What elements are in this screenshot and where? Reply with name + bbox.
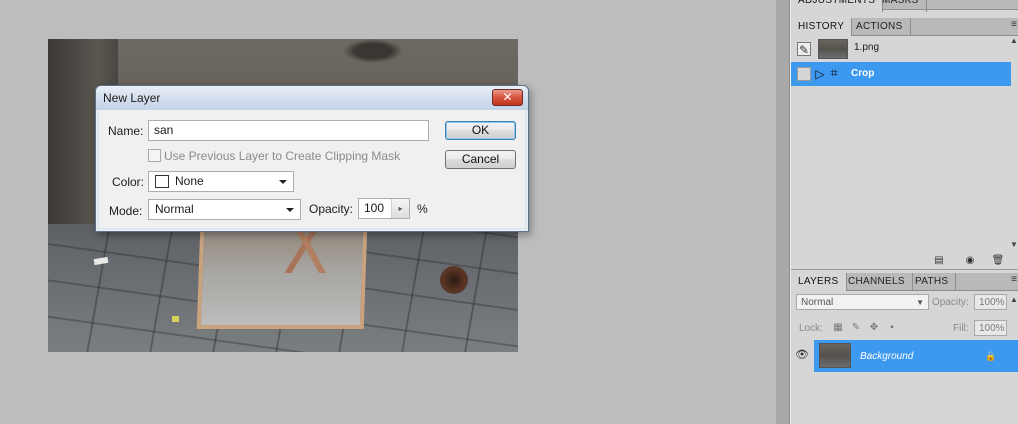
opacity-stepper-icon[interactable]: ▸ xyxy=(391,199,409,218)
panel-menu-icon[interactable]: ≡ xyxy=(1011,19,1017,30)
opacity-label: Opacity: xyxy=(309,202,354,216)
layers-tabbar: LAYERS CHANNELS PATHS ≡ xyxy=(791,273,1018,291)
adjustments-tabbar: ADJUSTMENTS MASKS ≡ xyxy=(791,0,1018,12)
cancel-button[interactable]: Cancel xyxy=(445,150,516,169)
layer-opacity-label: Opacity: xyxy=(932,297,969,308)
history-tabbar: HISTORY ACTIONS ≡ xyxy=(791,18,1018,36)
tab-history[interactable]: HISTORY xyxy=(791,18,853,36)
panel-menu-icon[interactable]: ≡ xyxy=(1011,274,1017,285)
canvas-area[interactable]: New Layer ✕ Name: san Use Previous Layer… xyxy=(0,0,776,424)
blend-mode-dropdown[interactable]: Normal ▼ xyxy=(796,294,929,310)
lock-label: Lock: xyxy=(799,323,823,334)
history-item-label: Crop xyxy=(851,68,875,79)
layer-thumbnail xyxy=(819,343,851,368)
lock-paint-icon[interactable]: ✎ xyxy=(849,321,863,335)
history-brush-icon: ✎ xyxy=(797,42,811,57)
panel-divider xyxy=(791,269,1018,270)
scroll-down-icon[interactable]: ▼ xyxy=(1010,240,1018,250)
tab-channels[interactable]: CHANNELS xyxy=(841,273,913,291)
camera-icon[interactable]: ◉ xyxy=(963,254,977,268)
tab-layers[interactable]: LAYERS xyxy=(791,273,847,291)
lock-icon: 🔒 xyxy=(985,351,997,361)
chevron-down-icon: ▼ xyxy=(916,298,924,307)
color-label: Color: xyxy=(112,175,145,189)
lock-move-icon[interactable]: ✥ xyxy=(867,321,881,335)
new-document-icon[interactable]: ▤ xyxy=(932,254,946,268)
clipping-mask-label: Use Previous Layer to Create Clipping Ma… xyxy=(164,149,401,163)
panel-menu-icon[interactable]: ≡ xyxy=(1011,0,1017,3)
tab-masks[interactable]: MASKS xyxy=(875,0,927,12)
mode-label: Mode: xyxy=(109,204,143,218)
dialog-titlebar[interactable]: New Layer xyxy=(96,86,528,110)
history-snapshot-row[interactable]: ✎ 1.png xyxy=(791,37,1011,61)
snapshot-thumbnail xyxy=(818,39,848,59)
layer-opacity-input[interactable]: 100% xyxy=(974,294,1007,310)
panel-dock: ADJUSTMENTS MASKS ≡ HISTORY ACTIONS ≡ ✎ … xyxy=(790,0,1018,424)
history-state-arrow-icon: ▷ xyxy=(815,67,825,81)
history-item-crop[interactable]: ▷ ⌗ Crop xyxy=(791,62,1011,86)
chevron-down-icon xyxy=(279,180,287,184)
color-dropdown[interactable]: None xyxy=(148,171,294,192)
dialog-title: New Layer xyxy=(103,91,161,105)
image-hole xyxy=(440,266,468,294)
eye-icon[interactable]: 👁 xyxy=(795,348,809,362)
trash-icon[interactable]: 🗑 xyxy=(991,254,1005,268)
chevron-down-icon xyxy=(286,208,294,212)
name-label: Name: xyxy=(108,124,144,138)
lock-all-icon[interactable]: ▪ xyxy=(885,321,899,335)
new-layer-dialog: New Layer ✕ Name: san Use Previous Layer… xyxy=(95,85,529,232)
clipping-mask-checkbox[interactable] xyxy=(148,149,161,162)
tab-actions[interactable]: ACTIONS xyxy=(849,18,911,36)
layer-row-background[interactable]: 👁 Background 🔒 xyxy=(791,340,1018,372)
crop-icon: ⌗ xyxy=(830,65,838,80)
dialog-body: Name: san Use Previous Layer to Create C… xyxy=(99,110,525,228)
tab-paths[interactable]: PATHS xyxy=(908,273,957,291)
blend-mode-value: Normal xyxy=(801,297,834,308)
close-icon: ✕ xyxy=(502,90,513,104)
image-paper-scrap xyxy=(172,316,179,322)
color-value: None xyxy=(175,174,204,188)
mode-value: Normal xyxy=(155,202,194,216)
scroll-up-icon[interactable]: ▲ xyxy=(1010,295,1018,305)
panel-dock-gutter xyxy=(776,0,790,424)
ok-button[interactable]: OK xyxy=(445,121,516,140)
close-button[interactable]: ✕ xyxy=(492,89,523,106)
opacity-value: 100 xyxy=(364,201,385,215)
scroll-up-icon[interactable]: ▲ xyxy=(1010,36,1018,46)
fill-input[interactable]: 100% xyxy=(974,320,1007,336)
opacity-input[interactable]: 100 ▸ xyxy=(358,198,410,219)
layer-name: Background xyxy=(860,351,914,362)
name-input[interactable]: san xyxy=(148,120,429,141)
mode-dropdown[interactable]: Normal xyxy=(148,199,301,220)
fill-label: Fill: xyxy=(953,323,969,334)
history-source-checkbox[interactable] xyxy=(797,67,811,81)
opacity-unit: % xyxy=(417,202,428,216)
history-item-label: 1.png xyxy=(854,42,880,53)
tab-adjustments[interactable]: ADJUSTMENTS xyxy=(791,0,884,12)
lock-transparency-icon[interactable]: ▦ xyxy=(831,321,845,335)
color-swatch xyxy=(155,175,169,188)
